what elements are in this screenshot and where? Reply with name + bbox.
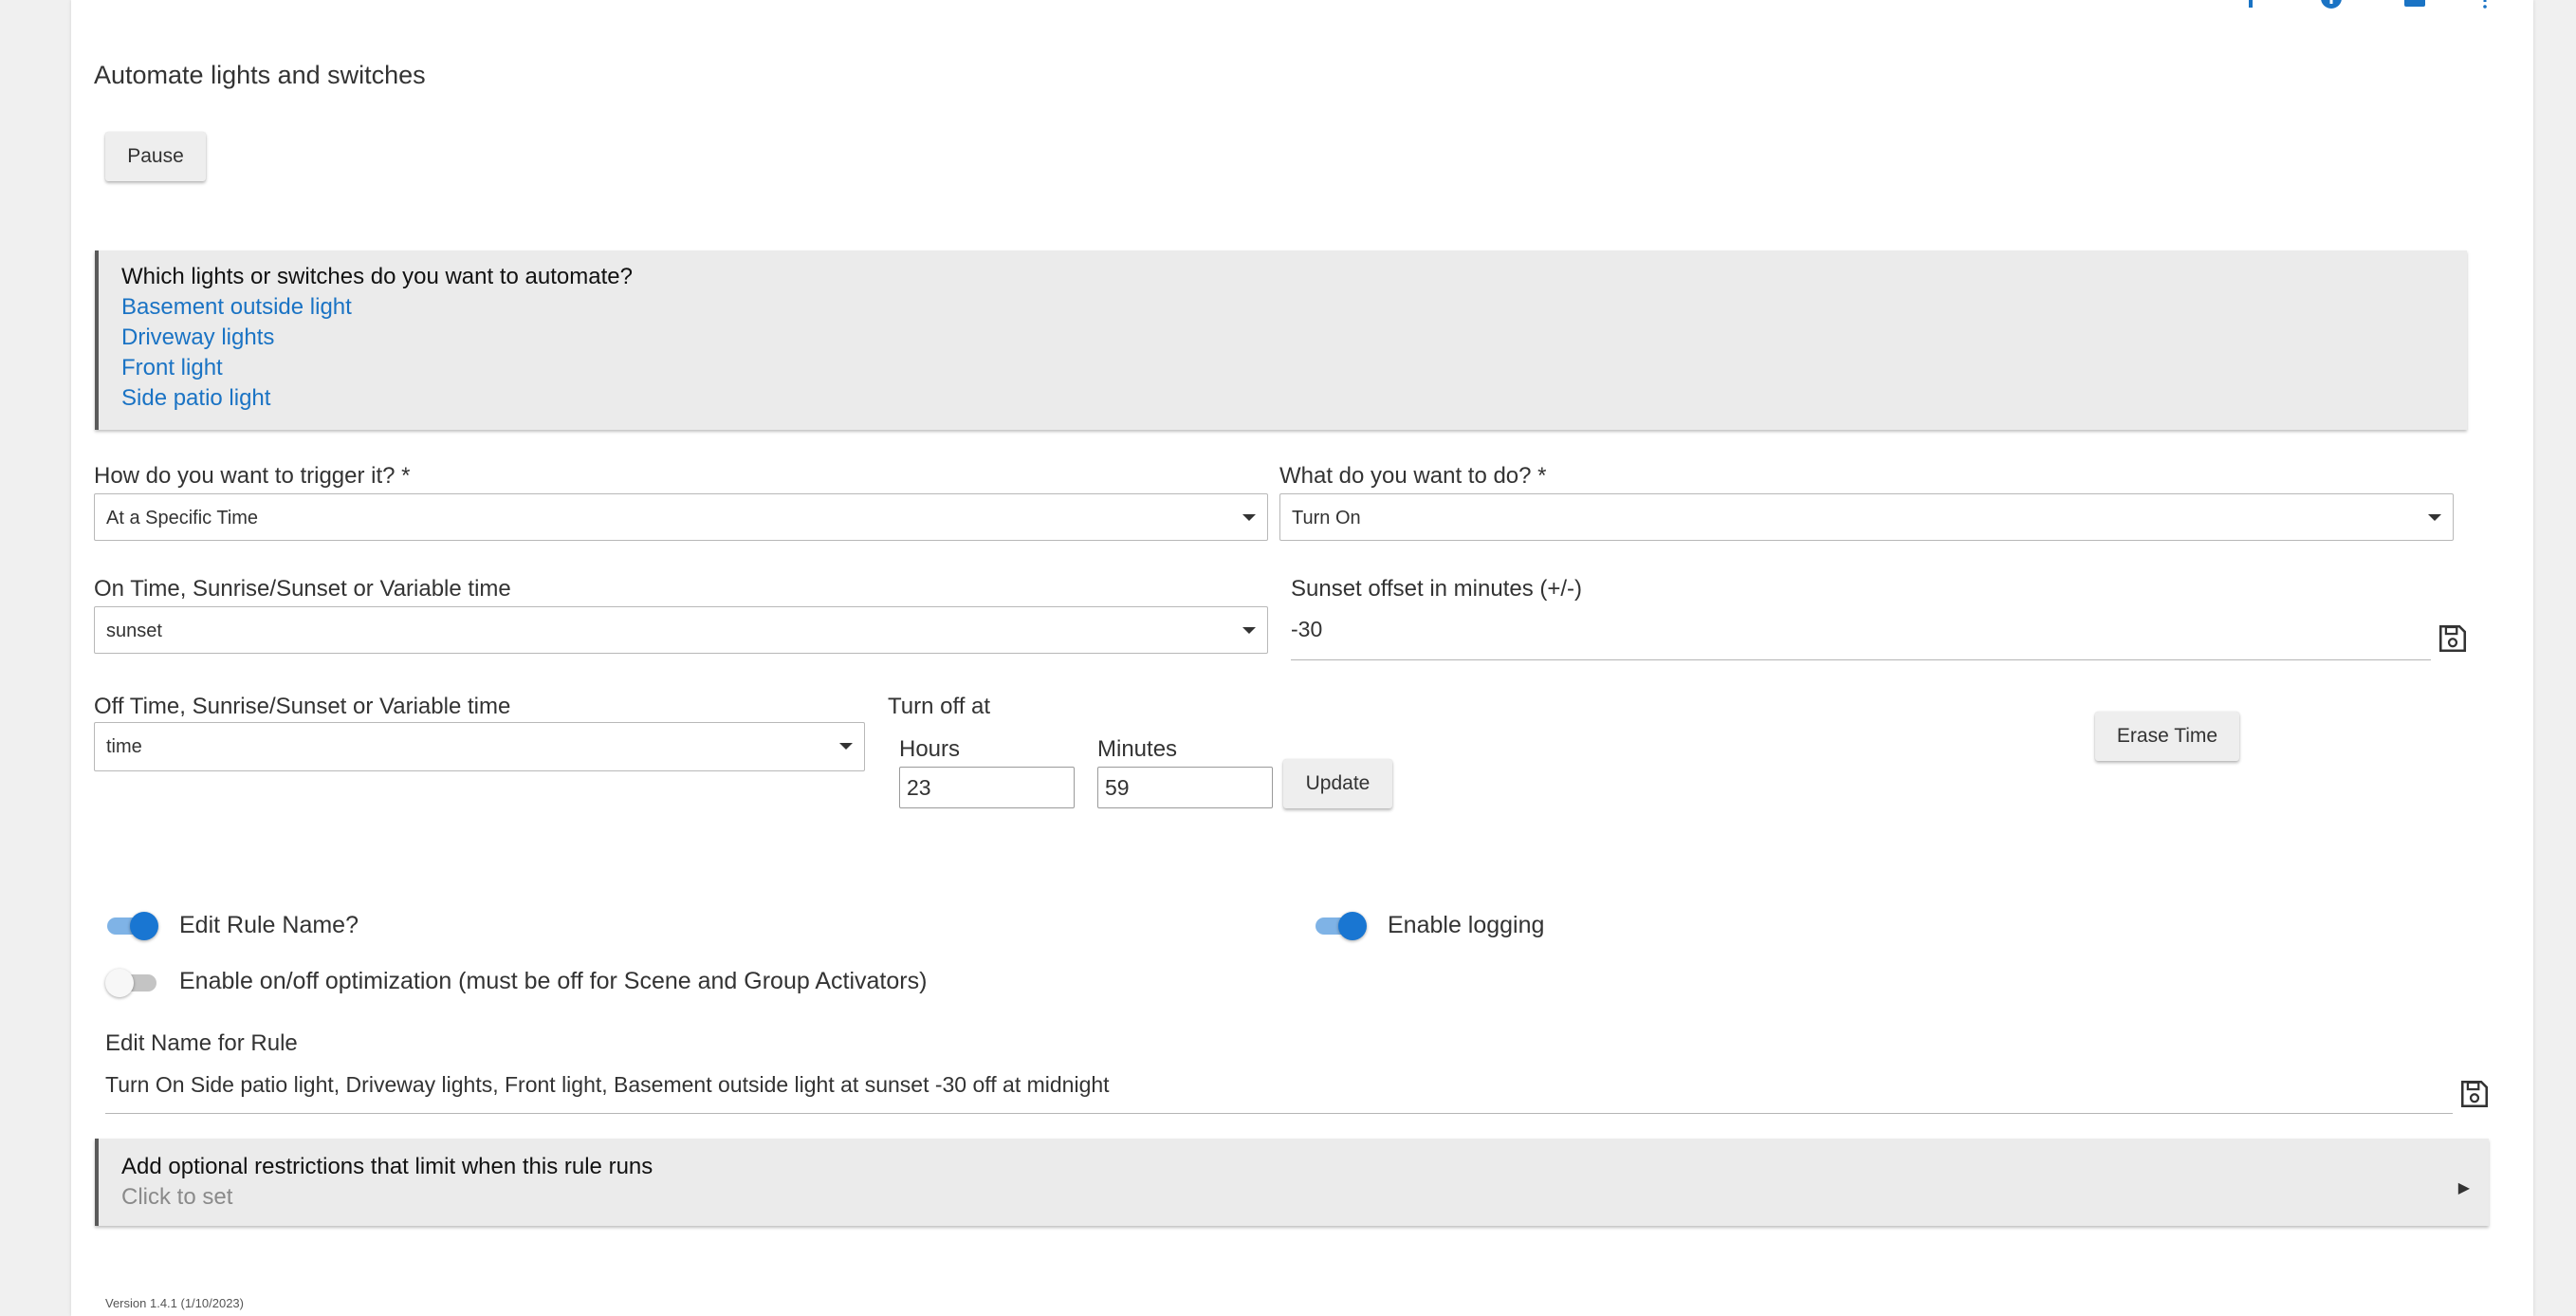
expand-arrow-icon[interactable]: ▶ (2458, 1178, 2470, 1197)
devices-panel[interactable]: Which lights or switches do you want to … (95, 250, 2467, 430)
off-time-label: Off Time, Sunrise/Sunset or Variable tim… (94, 694, 511, 719)
device-link-driveway[interactable]: Driveway lights (121, 324, 274, 351)
minutes-label: Minutes (1097, 736, 1178, 762)
toggle-knob (1338, 912, 1367, 940)
action-select[interactable]: Turn On (1279, 493, 2454, 541)
add-icon[interactable] (2236, 0, 2265, 9)
app-page: Automate lights and switches Pause Which… (71, 0, 2533, 1316)
save-icon[interactable] (2437, 622, 2469, 655)
toggle-knob (105, 969, 134, 997)
off-time-select-value: time (106, 736, 142, 757)
hours-label: Hours (899, 736, 961, 762)
devices-panel-title: Which lights or switches do you want to … (121, 264, 633, 289)
on-time-label: On Time, Sunrise/Sunset or Variable time (94, 576, 511, 602)
version-text: Version 1.4.1 (1/10/2023) (105, 1296, 244, 1310)
enable-logging-toggle[interactable] (1314, 909, 1367, 941)
enable-logging-label: Enable logging (1388, 912, 1545, 938)
device-link-side-patio[interactable]: Side patio light (121, 385, 270, 412)
save-icon[interactable] (2458, 1078, 2491, 1110)
chevron-down-icon (2428, 514, 2441, 521)
trigger-select-value: At a Specific Time (106, 508, 259, 528)
turn-off-at-label: Turn off at (888, 694, 991, 719)
device-link-basement[interactable]: Basement outside light (121, 294, 352, 321)
chevron-down-icon (839, 743, 853, 750)
sunset-offset-input[interactable]: -30 (1291, 617, 2431, 660)
hours-input[interactable]: 23 (899, 767, 1075, 808)
restrictions-title: Add optional restrictions that limit whe… (121, 1154, 653, 1179)
off-time-select[interactable]: time (94, 722, 865, 771)
on-time-select-value: sunset (106, 621, 162, 641)
trigger-select[interactable]: At a Specific Time (94, 493, 1268, 541)
action-label: What do you want to do? * (1279, 463, 1547, 489)
chevron-down-icon (1242, 514, 1256, 521)
optimization-toggle[interactable] (105, 966, 158, 998)
trigger-label: How do you want to trigger it? * (94, 463, 411, 489)
restrictions-subtitle: Click to set (121, 1184, 233, 1210)
sunset-offset-label: Sunset offset in minutes (+/-) (1291, 576, 1583, 602)
rule-name-input[interactable]: Turn On Side patio light, Driveway light… (105, 1072, 2453, 1114)
toggle-knob (130, 912, 158, 940)
edit-rule-name-toggle[interactable] (105, 909, 158, 941)
help-icon[interactable] (2475, 0, 2492, 9)
edit-rule-name-label: Edit Rule Name? (179, 912, 359, 938)
restrictions-panel[interactable]: Add optional restrictions that limit whe… (95, 1139, 2489, 1226)
action-select-value: Turn On (1292, 508, 1361, 528)
optimization-label: Enable on/off optimization (must be off … (179, 968, 928, 994)
mail-icon[interactable] (2401, 0, 2429, 9)
erase-time-button[interactable]: Erase Time (2095, 712, 2239, 761)
page-title: Automate lights and switches (94, 61, 426, 89)
chevron-down-icon (1242, 627, 1256, 634)
on-time-select[interactable]: sunset (94, 606, 1268, 654)
minutes-input[interactable]: 59 (1097, 767, 1273, 808)
rule-name-label: Edit Name for Rule (105, 1030, 298, 1056)
device-link-front[interactable]: Front light (121, 355, 223, 381)
info-icon[interactable] (2317, 0, 2346, 9)
pause-button[interactable]: Pause (105, 132, 206, 181)
update-button[interactable]: Update (1283, 759, 1392, 808)
